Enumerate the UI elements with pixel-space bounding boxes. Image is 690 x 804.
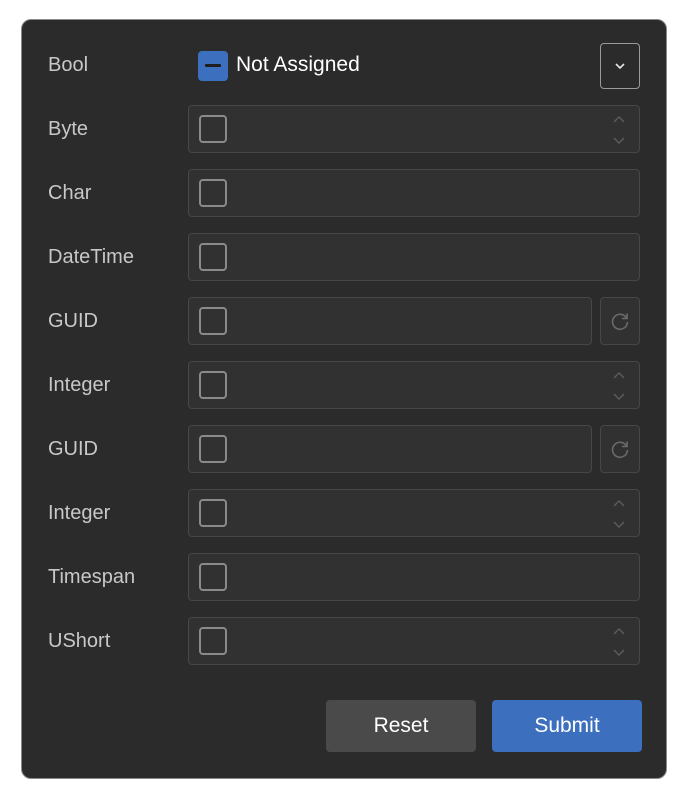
- spinner-arrows-icon: [613, 372, 625, 400]
- refresh-icon: [611, 313, 629, 331]
- spinner-arrows-icon: [613, 500, 625, 528]
- bool-state-text: Not Assigned: [236, 53, 360, 76]
- submit-button[interactable]: Submit: [492, 700, 642, 752]
- char-input[interactable]: [188, 169, 640, 217]
- field-label-bool: Bool: [48, 54, 89, 76]
- form-panel: Bool Not Assigned Byte Char DateTime GUI…: [21, 19, 667, 779]
- row-timespan: Timespan: [22, 553, 666, 601]
- row-ushort: UShort: [22, 617, 666, 665]
- row-char: Char: [22, 169, 666, 217]
- row-bool: Bool Not Assigned: [22, 41, 666, 89]
- field-label-integer-2: Integer: [48, 502, 111, 524]
- guid-input[interactable]: [188, 297, 592, 345]
- field-label-char: Char: [48, 182, 92, 204]
- row-guid: GUID: [22, 297, 666, 345]
- byte-spinner[interactable]: [609, 112, 629, 148]
- bool-dropdown-button[interactable]: [600, 43, 640, 89]
- timespan-input[interactable]: [188, 553, 640, 601]
- row-guid-2: GUID: [22, 425, 666, 473]
- field-label-timespan: Timespan: [48, 566, 136, 588]
- ushort-null-checkbox[interactable]: [199, 627, 227, 655]
- integer-input[interactable]: [188, 361, 640, 409]
- guid-2-null-checkbox[interactable]: [199, 435, 227, 463]
- datetime-input[interactable]: [188, 233, 640, 281]
- spinner-arrows-icon: [613, 116, 625, 144]
- guid-refresh-button[interactable]: [600, 297, 640, 345]
- refresh-icon: [611, 441, 629, 459]
- ushort-spinner[interactable]: [609, 624, 629, 660]
- field-label-integer: Integer: [48, 374, 111, 396]
- bool-indeterminate-checkbox[interactable]: [198, 51, 228, 81]
- chevron-down-icon: [615, 63, 625, 70]
- integer-2-null-checkbox[interactable]: [199, 499, 227, 527]
- byte-null-checkbox[interactable]: [199, 115, 227, 143]
- field-label-byte: Byte: [48, 118, 89, 140]
- field-label-guid-2: GUID: [48, 438, 98, 460]
- timespan-null-checkbox[interactable]: [199, 563, 227, 591]
- guid-null-checkbox[interactable]: [199, 307, 227, 335]
- byte-input[interactable]: [188, 105, 640, 153]
- reset-button[interactable]: Reset: [326, 700, 476, 752]
- field-label-guid: GUID: [48, 310, 98, 332]
- row-datetime: DateTime: [22, 233, 666, 281]
- row-integer-2: Integer: [22, 489, 666, 537]
- spinner-arrows-icon: [613, 628, 625, 656]
- ushort-input[interactable]: [188, 617, 640, 665]
- row-integer: Integer: [22, 361, 666, 409]
- guid-2-refresh-button[interactable]: [600, 425, 640, 473]
- integer-2-input[interactable]: [188, 489, 640, 537]
- integer-2-spinner[interactable]: [609, 496, 629, 532]
- row-byte: Byte: [22, 105, 666, 153]
- field-label-datetime: DateTime: [48, 246, 134, 268]
- guid-2-input[interactable]: [188, 425, 592, 473]
- integer-null-checkbox[interactable]: [199, 371, 227, 399]
- datetime-null-checkbox[interactable]: [199, 243, 227, 271]
- integer-spinner[interactable]: [609, 368, 629, 404]
- char-null-checkbox[interactable]: [199, 179, 227, 207]
- field-label-ushort: UShort: [48, 630, 111, 652]
